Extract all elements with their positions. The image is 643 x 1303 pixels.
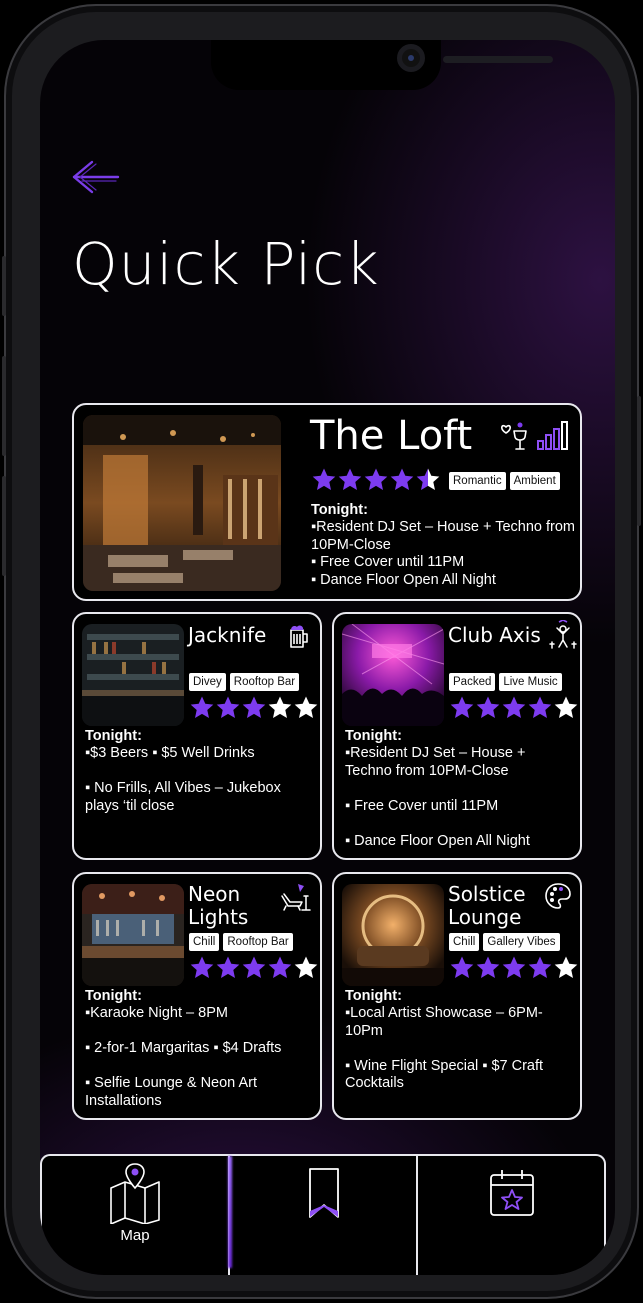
- star-icon: [476, 956, 500, 978]
- calendar-star-icon: [490, 1170, 534, 1216]
- power-button: [637, 396, 641, 526]
- star-icon: [242, 696, 266, 718]
- venue-photo: [342, 884, 444, 986]
- tonight-label: Tonight:: [85, 988, 142, 1004]
- star-icon: [528, 696, 552, 718]
- tag: Chill: [189, 933, 220, 951]
- rating-stars: [449, 695, 579, 720]
- tonight-label: Tonight:: [311, 502, 368, 518]
- side-button: [2, 256, 6, 316]
- wine-glass-heart-icon: [501, 422, 527, 450]
- tab-map[interactable]: Map: [42, 1156, 228, 1275]
- venue-tags: Chill Rooftop Bar: [189, 933, 293, 951]
- star-icon: [450, 956, 474, 978]
- map-pin-icon: [110, 1163, 160, 1224]
- active-tab-indicator: [228, 1156, 232, 1268]
- tab-saved[interactable]: [228, 1156, 416, 1275]
- star-icon: [476, 696, 500, 718]
- star-icon: [216, 956, 240, 978]
- venue-name: The Loft: [310, 413, 473, 459]
- venue-photo: [82, 624, 184, 726]
- tonight-details: ▪Local Artist Showcase – 6PM-10Pm ▪ Wine…: [345, 1005, 544, 1091]
- rating-stars: [449, 955, 579, 980]
- tonight-label: Tonight:: [345, 988, 402, 1004]
- speaker: [443, 56, 553, 63]
- star-icon: [242, 956, 266, 978]
- venue-tags: Divey Rooftop Bar: [189, 673, 300, 691]
- beer-mug-icon: [290, 625, 308, 648]
- dancing-person-icon: [549, 620, 577, 649]
- venue-tags: Packed Live Music: [449, 673, 562, 691]
- venue-photo: [83, 415, 281, 591]
- tab-label: Map: [120, 1227, 150, 1244]
- star-icon: [312, 468, 336, 490]
- paint-palette-icon: [545, 883, 571, 909]
- venue-card-the-loft[interactable]: The Loft Romantic Ambient Tonight: ▪Resi…: [72, 403, 582, 601]
- notch: [211, 40, 553, 90]
- tag: Gallery Vibes: [483, 933, 560, 951]
- tonight-label: Tonight:: [85, 728, 142, 744]
- star-icon: [216, 696, 240, 718]
- phone-frame: Quick Pick The Loft Romantic Ambient Ton…: [2, 4, 641, 1299]
- tag: Divey: [189, 673, 226, 691]
- star-icon: [190, 956, 214, 978]
- tonight-details: ▪Karaoke Night – 8PM ▪ 2-for-1 Margarita…: [85, 1005, 282, 1109]
- star-icon: [364, 468, 388, 490]
- tag: Rooftop Bar: [229, 673, 300, 691]
- volume-down-button: [2, 476, 6, 576]
- tag: Rooftop Bar: [223, 933, 293, 951]
- volume-up-button: [2, 356, 6, 456]
- signal-bars-icon: [537, 421, 568, 450]
- star-icon: [450, 696, 474, 718]
- star-icon: [294, 956, 318, 978]
- venue-card-neon-lights[interactable]: Neon Lights Chill Rooftop Bar Tonight: ▪…: [72, 872, 322, 1120]
- venue-tags: Romantic Ambient: [449, 472, 560, 490]
- star-icon: [190, 696, 214, 718]
- star-icon: [554, 696, 578, 718]
- venue-name: Neon Lights: [188, 882, 249, 929]
- venue-name: Club Axis: [448, 623, 541, 647]
- star-icon: [502, 696, 526, 718]
- star-icon: [528, 956, 552, 978]
- tag: Packed: [449, 673, 496, 691]
- star-icon: [294, 696, 318, 718]
- lounge-chair-drink-icon: [281, 884, 311, 911]
- back-button[interactable]: [70, 156, 122, 200]
- venue-card-solstice-lounge[interactable]: Solstice Lounge Chill Gallery Vibes Toni…: [332, 872, 582, 1120]
- star-icon: [502, 956, 526, 978]
- tag: Ambient: [509, 472, 560, 490]
- venue-photo: [342, 624, 444, 726]
- tag: Romantic: [449, 472, 506, 490]
- app-screen: Quick Pick The Loft Romantic Ambient Ton…: [40, 40, 615, 1275]
- star-icon: [416, 468, 440, 490]
- star-icon: [268, 696, 292, 718]
- arrow-left-icon: [72, 160, 120, 194]
- star-icon: [268, 956, 292, 978]
- page-title: Quick Pick: [72, 230, 380, 298]
- star-icon: [554, 956, 578, 978]
- tonight-label: Tonight:: [345, 728, 402, 744]
- front-camera: [397, 44, 425, 72]
- tonight-details: ▪Resident DJ Set – House + Techno from 1…: [345, 745, 530, 849]
- venue-card-club-axis[interactable]: Club Axis Packed Live Music Tonight: ▪Re…: [332, 612, 582, 860]
- rating-stars: [311, 467, 441, 492]
- tab-events[interactable]: [416, 1156, 604, 1275]
- tag: Chill: [449, 933, 480, 951]
- star-icon: [338, 468, 362, 490]
- venue-name: Solstice Lounge: [448, 882, 526, 929]
- star-icon: [390, 468, 414, 490]
- venue-photo: [82, 884, 184, 986]
- venue-card-jacknife[interactable]: Jacknife Divey Rooftop Bar Tonight: ▪$3 …: [72, 612, 322, 860]
- venue-name: Jacknife: [188, 623, 267, 647]
- tonight-details: ▪Resident DJ Set – House + Techno from 1…: [311, 519, 575, 588]
- bookmark-icon: [309, 1168, 339, 1218]
- bottom-tab-bar: Map: [40, 1154, 606, 1275]
- venue-tags: Chill Gallery Vibes: [449, 933, 560, 951]
- rating-stars: [189, 955, 319, 980]
- rating-stars: [189, 695, 319, 720]
- tonight-details: ▪$3 Beers ▪ $5 Well Drinks ▪ No Frills, …: [85, 745, 281, 814]
- tag: Live Music: [499, 673, 562, 691]
